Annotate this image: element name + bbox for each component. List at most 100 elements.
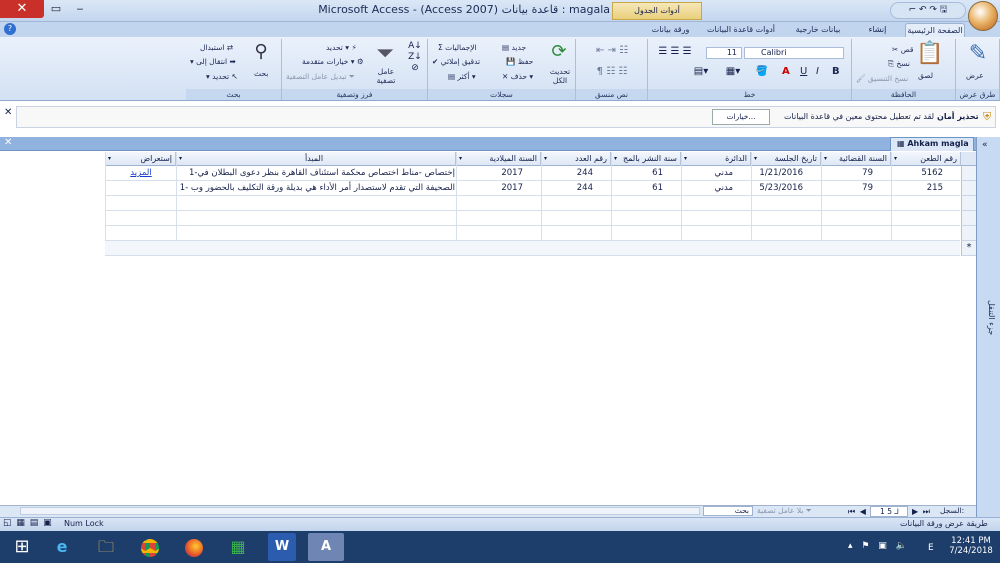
cell-judicial-year[interactable]: 79 bbox=[813, 181, 873, 195]
cell-session-date[interactable]: 5/23/2016 bbox=[743, 181, 803, 195]
column-header[interactable]: ▾ رقم الطعن bbox=[891, 152, 961, 166]
language-indicator[interactable]: E bbox=[928, 543, 934, 553]
find-button[interactable]: بحث bbox=[254, 69, 268, 78]
view-button[interactable]: عرض bbox=[966, 71, 984, 80]
save-record-button[interactable]: 💾 حفظ bbox=[506, 57, 533, 66]
filter-button[interactable]: عامل تصفية bbox=[372, 67, 400, 85]
office-button[interactable] bbox=[968, 1, 998, 31]
record-selector[interactable] bbox=[961, 211, 976, 226]
font-color-button[interactable]: A bbox=[782, 66, 790, 77]
refresh-all-button[interactable]: تحديث الكل bbox=[546, 67, 574, 85]
column-header[interactable]: ▾ سنة النشر بالمج bbox=[611, 152, 681, 166]
column-header[interactable]: ▾ تاريخ الجلسة bbox=[751, 152, 821, 166]
cell-principle[interactable]: 1- الصحيفة التي تقدم لاستصدار أمر الأداء… bbox=[177, 181, 455, 195]
tab-external-data[interactable]: بيانات خارجية bbox=[786, 23, 850, 37]
cell-appeal-number[interactable]: 215 bbox=[883, 181, 943, 195]
excel-icon[interactable]: ▦ bbox=[220, 533, 256, 561]
table-row[interactable]: 215 79 5/23/2016 مدني 61 244 2017 1- الص… bbox=[105, 181, 960, 196]
tab-database-tools[interactable]: أدوات قاعدة البيانات bbox=[700, 23, 782, 37]
message-bar-close-icon[interactable]: ✕ bbox=[4, 107, 12, 118]
cell-publish-year[interactable]: 61 bbox=[603, 181, 663, 195]
window-minimize-button[interactable]: ‒ bbox=[68, 0, 92, 18]
table-row[interactable] bbox=[105, 211, 960, 226]
cell-session-date[interactable]: 1/21/2016 bbox=[743, 166, 803, 180]
view-switcher-icons[interactable]: ◱ ▦ ▤ ▣ bbox=[3, 518, 53, 528]
column-header[interactable]: ▾ الدائرة bbox=[681, 152, 751, 166]
cell-issue-number[interactable]: 244 bbox=[533, 181, 593, 195]
windows-start-icon[interactable]: ⊞ bbox=[4, 533, 40, 561]
window-restore-button[interactable]: ▭ bbox=[44, 0, 68, 18]
copy-button[interactable]: ⎘ نسخ bbox=[888, 59, 910, 69]
goto-button[interactable]: ▾ انتقال إلى ➡ bbox=[190, 57, 236, 66]
cell-principle[interactable]: 1-إختصاص -مناط اختصاص محكمة استئناف القا… bbox=[177, 166, 455, 180]
alt-row-color-icon[interactable]: ▤▾ bbox=[688, 66, 714, 77]
window-close-button[interactable]: ✕ bbox=[0, 0, 44, 18]
tab-table-ahkam-magla[interactable]: ▦ Ahkam magla bbox=[890, 137, 974, 151]
table-row[interactable] bbox=[105, 226, 960, 241]
tab-datasheet[interactable]: ورقة بيانات bbox=[643, 23, 698, 37]
word-icon[interactable]: W bbox=[268, 533, 296, 561]
align-icons[interactable]: ☰ ☰ ☰ bbox=[650, 46, 700, 57]
cell-circuit[interactable]: مدني bbox=[673, 166, 733, 180]
file-explorer-icon[interactable]: 🗀 bbox=[88, 533, 124, 561]
indent-icons[interactable]: ⇤ ⇥ ☷ bbox=[580, 45, 644, 56]
cell-issue-number[interactable]: 244 bbox=[533, 166, 593, 180]
column-header[interactable]: ▾ إستعراض bbox=[105, 152, 176, 166]
gridlines-icon[interactable]: ▦▾ bbox=[720, 66, 746, 77]
new-record-selector[interactable]: * bbox=[961, 241, 976, 256]
no-filter-indicator[interactable]: بلا عامل تصفية ⏷ bbox=[757, 506, 812, 516]
cell-gregorian-year[interactable]: 2017 bbox=[448, 181, 523, 195]
more-button[interactable]: ▤ أكثر ▾ bbox=[448, 72, 476, 81]
cut-button[interactable]: ✂ قص bbox=[892, 45, 913, 54]
cell-circuit[interactable]: مدني bbox=[673, 181, 733, 195]
record-search-input[interactable]: بحث bbox=[703, 506, 753, 516]
record-selector[interactable] bbox=[961, 166, 976, 181]
security-options-button[interactable]: خيارات... bbox=[712, 109, 770, 125]
toggle-filter-button[interactable]: تبديل عامل التصفية ⏷ bbox=[286, 72, 355, 82]
fill-color-icon[interactable]: 🪣 bbox=[752, 66, 772, 77]
close-object-icon[interactable]: ✕ bbox=[4, 137, 12, 148]
font-size-combo[interactable]: 11 bbox=[706, 47, 742, 59]
bold-button[interactable]: B bbox=[832, 66, 840, 77]
column-header[interactable]: ▾ المبدأ bbox=[176, 152, 456, 166]
column-header[interactable]: ▾ السنة الميلادية bbox=[456, 152, 541, 166]
new-record-button[interactable]: ▤ جديد bbox=[502, 43, 526, 52]
cell-gregorian-year[interactable]: 2017 bbox=[448, 166, 523, 180]
new-record-row[interactable] bbox=[105, 241, 960, 256]
quick-access-toolbar[interactable]: ⌐ ↶ ↷ 🖫 bbox=[890, 2, 966, 19]
totals-button[interactable]: Σ الإجماليات bbox=[438, 43, 477, 52]
record-selector[interactable] bbox=[961, 226, 976, 241]
horizontal-scrollbar[interactable] bbox=[20, 507, 700, 515]
tab-home[interactable]: الصفحة الرئيسية bbox=[905, 23, 965, 37]
paste-button[interactable]: لصق bbox=[918, 71, 933, 80]
advanced-filter-button[interactable]: خيارات متقدمة ▾ ⚙ bbox=[302, 57, 364, 66]
record-nav-buttons[interactable]: ⏮ ◀ 1 لـ 5 ▶ ⏭ bbox=[848, 506, 938, 517]
column-header[interactable]: ▾ السنة القضائية bbox=[821, 152, 891, 166]
cell-judicial-year[interactable]: 79 bbox=[813, 166, 873, 180]
chrome-icon[interactable] bbox=[132, 533, 168, 561]
clock[interactable]: 12:41 PM 7/24/2018 bbox=[946, 536, 996, 556]
selection-button[interactable]: تحديد ▾ ⚡ bbox=[326, 43, 357, 52]
font-name-combo[interactable]: Calibri bbox=[744, 47, 844, 59]
firefox-icon[interactable] bbox=[176, 533, 212, 561]
table-row[interactable]: 5162 79 1/21/2016 مدني 61 244 2017 1-إخت… bbox=[105, 166, 960, 181]
internet-explorer-icon[interactable]: e bbox=[44, 533, 80, 561]
replace-button[interactable]: استبدال ⇄ bbox=[200, 43, 233, 52]
select-all-corner[interactable] bbox=[961, 152, 976, 166]
format-painter-button[interactable]: 🖌 نسخ التنسيق bbox=[856, 74, 908, 83]
select-button[interactable]: ▾ تحديد ↖ bbox=[206, 72, 238, 81]
underline-button[interactable]: U bbox=[800, 66, 807, 77]
system-tray-icons[interactable]: ▴ ⚑ ▣ 🔈 bbox=[848, 541, 910, 551]
tab-create[interactable]: إنشاء bbox=[855, 23, 900, 37]
help-icon[interactable]: ? bbox=[4, 23, 16, 35]
delete-record-button[interactable]: ✕ حذف ▾ bbox=[502, 72, 533, 81]
more-link[interactable]: المزيد bbox=[108, 166, 174, 180]
expand-pane-icon[interactable]: « bbox=[982, 140, 988, 150]
spelling-button[interactable]: ✔ تدقيق إملائي bbox=[432, 57, 480, 66]
sort-icons[interactable]: A↓ Z↓ ⊘ bbox=[406, 41, 424, 74]
cell-appeal-number[interactable]: 5162 bbox=[883, 166, 943, 180]
list-icons[interactable]: ¶ ☷ ☷ bbox=[580, 66, 644, 77]
table-row[interactable] bbox=[105, 196, 960, 211]
record-selector[interactable] bbox=[961, 196, 976, 211]
column-header[interactable]: ▾ رقم العدد bbox=[541, 152, 611, 166]
